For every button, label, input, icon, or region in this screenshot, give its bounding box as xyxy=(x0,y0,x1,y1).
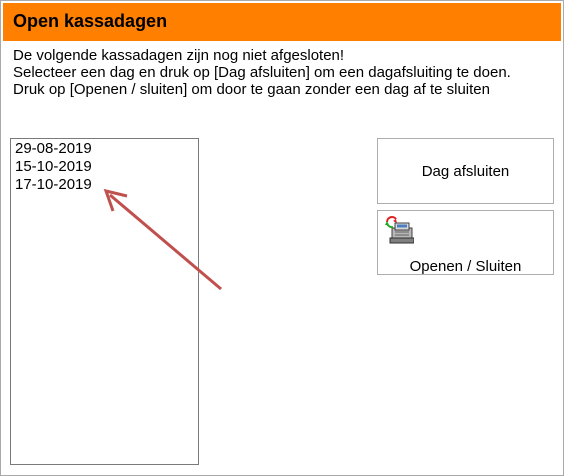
list-item-day[interactable]: 29-08-2019 xyxy=(11,140,198,158)
cash-register-icon xyxy=(385,216,414,244)
open-kassadagen-dialog: Open kassadagen De volgende kassadagen z… xyxy=(0,0,564,476)
list-item-day[interactable]: 17-10-2019 xyxy=(11,176,198,194)
open-close-button[interactable]: Openen / Sluiten xyxy=(377,210,554,275)
open-close-button-label: Openen / Sluiten xyxy=(409,258,522,275)
list-item-day[interactable]: 15-10-2019 xyxy=(11,158,198,176)
instruction-line-2: Selecteer een dag en druk op [Dag afslui… xyxy=(13,64,511,81)
dialog-title: Open kassadagen xyxy=(13,11,168,31)
instruction-line-1: De volgende kassadagen zijn nog niet afg… xyxy=(13,47,345,64)
instruction-line-3: Druk op [Openen / sluiten] om door te ga… xyxy=(13,81,490,98)
instruction-text: De volgende kassadagen zijn nog niet afg… xyxy=(13,47,511,98)
open-days-list[interactable]: 29-08-2019 15-10-2019 17-10-2019 xyxy=(10,138,199,465)
title-bar: Open kassadagen xyxy=(3,3,561,41)
close-day-button[interactable]: Dag afsluiten xyxy=(377,138,554,204)
close-day-button-label: Dag afsluiten xyxy=(421,163,510,180)
